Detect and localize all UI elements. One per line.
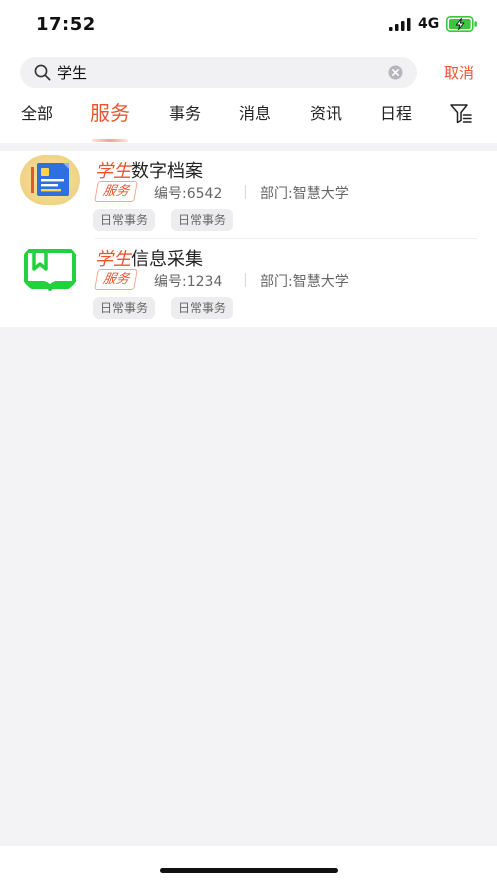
item-code: 编号:1234 [154,274,223,290]
home-indicator[interactable] [160,868,338,873]
meta-divider [245,273,246,287]
meta-divider [245,185,246,199]
title-highlight: 学生 [95,161,131,182]
tab-schedule[interactable]: 日程 [380,100,412,124]
status-bar: 17:52 4G [0,0,497,50]
result-title: 学生信息采集 [95,245,203,271]
status-time: 17:52 [36,14,96,35]
digital-archive-icon [20,155,80,205]
tag: 日常事务 [171,209,234,231]
tab-affairs[interactable]: 事务 [169,100,201,124]
filter-icon[interactable] [449,102,473,124]
bottom-safe-area [0,846,497,883]
item-department: 部门:智慧大学 [260,274,349,290]
item-code: 编号:6542 [154,186,223,202]
category-tabs: 全部 服务 事务 消息 资讯 日程 [0,95,497,143]
type-badge: 服务 [94,181,138,202]
search-icon [34,64,51,81]
item-department: 部门:智慧大学 [260,186,349,202]
signal-icon [389,18,411,31]
type-badge: 服务 [94,269,138,290]
result-title: 学生数字档案 [95,157,203,183]
header-area: 17:52 4G 取消 全部 服务 事务 消 [0,0,497,143]
tab-news[interactable]: 资讯 [310,100,342,124]
result-item-info-collection[interactable]: 学生信息采集 服务 编号:1234 部门:智慧大学 日常事务 日常事务 [0,239,497,327]
title-rest: 信息采集 [131,249,203,270]
search-input[interactable] [57,57,367,88]
battery-charging-icon [446,16,477,32]
clear-search-icon[interactable] [388,65,403,80]
title-rest: 数字档案 [131,161,203,182]
result-item-digital-archive[interactable]: 学生数字档案 服务 编号:6542 部门:智慧大学 日常事务 日常事务 [0,151,497,239]
tag: 日常事务 [93,209,156,231]
tab-messages[interactable]: 消息 [239,100,271,124]
tag: 日常事务 [171,297,234,319]
network-label: 4G [418,16,440,32]
title-highlight: 学生 [95,249,131,270]
tag: 日常事务 [93,297,156,319]
cancel-button[interactable]: 取消 [444,62,474,83]
active-tab-indicator [92,139,128,142]
search-bar[interactable] [20,57,417,88]
search-results: 学生数字档案 服务 编号:6542 部门:智慧大学 日常事务 日常事务 学生信息… [0,151,497,327]
info-collection-icon [20,243,80,293]
tab-all[interactable]: 全部 [21,100,53,124]
tab-services[interactable]: 服务 [90,97,130,126]
